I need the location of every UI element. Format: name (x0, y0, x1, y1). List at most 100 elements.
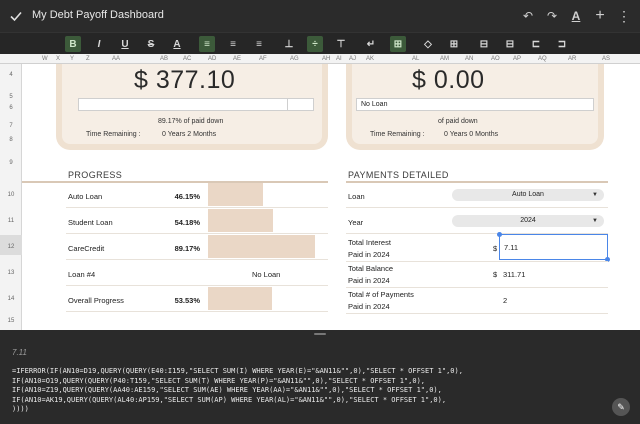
loan-label: Loan (348, 192, 365, 201)
total-balance-label-line1: Total Balance (348, 264, 394, 273)
undo-icon[interactable]: ↶ (518, 6, 538, 26)
column-header[interactable]: AD (208, 54, 216, 64)
column-header[interactable]: Y (70, 54, 74, 64)
column-header[interactable]: AM (440, 54, 449, 64)
app-bar: My Debt Payoff Dashboard ↶ ↷ A + ⋮ (0, 0, 640, 32)
column-header[interactable]: AI (336, 54, 342, 64)
total-interest-label-line1: Total Interest (348, 238, 391, 247)
progress-bar-auto-loan (208, 183, 263, 206)
merge-cells-icon[interactable]: ⊞ (390, 36, 406, 52)
valign-middle-icon[interactable]: ÷ (307, 36, 323, 52)
insert-row-below-icon[interactable]: ⊟ (502, 36, 518, 52)
align-right-icon[interactable]: ≡ (251, 36, 267, 52)
document-title[interactable]: My Debt Payoff Dashboard (32, 9, 164, 21)
panel-drag-handle[interactable] (314, 333, 326, 335)
paid-down-progress-bar (78, 98, 314, 111)
total-interest-currency: $ (493, 244, 498, 253)
row-number[interactable]: 10 (0, 192, 22, 198)
total-payments-label-line1: Total # of Payments (348, 290, 414, 299)
text-color-icon[interactable]: A (169, 36, 185, 52)
formula-line: IF(AN10=Z19,QUERY(QUERY(AA40:AE159,"SELE… (12, 386, 442, 394)
fill-color-icon[interactable]: ◇ (420, 36, 436, 52)
total-balance-value: 311.71 (503, 270, 526, 279)
column-header[interactable]: AQ (538, 54, 547, 64)
year-select-dropdown[interactable]: 2024 ▼ (452, 215, 604, 227)
time-remaining-label: Time Remaining : (86, 131, 141, 138)
italic-icon[interactable]: I (91, 36, 107, 52)
insert-row-above-icon[interactable]: ⊟ (476, 36, 492, 52)
bold-icon[interactable]: B (65, 36, 81, 52)
remaining-balance-amount: $ 0.00 (412, 66, 485, 94)
chevron-down-icon: ▼ (592, 218, 598, 224)
formula-editor-panel[interactable]: 7.11 =IFERROR(IF(AN10=D19,QUERY(QUERY(E4… (0, 330, 640, 424)
row-number[interactable]: 5 (0, 94, 22, 100)
total-balance-label-line2: Paid in 2024 (348, 276, 390, 285)
done-check-icon[interactable] (8, 8, 24, 24)
loan-select-dropdown[interactable]: Auto Loan ▼ (452, 189, 604, 201)
progress-pct-student-loan: 54.18% (174, 218, 200, 227)
formula-text[interactable]: =IFERROR(IF(AN10=D19,QUERY(QUERY(E40:I15… (12, 367, 602, 415)
progress-pct-carecredit: 89.17% (174, 244, 200, 253)
row-number[interactable]: 8 (0, 137, 22, 143)
row-number[interactable]: 13 (0, 270, 22, 276)
text-format-icon[interactable]: A (566, 6, 586, 26)
loan-select-value: Auto Loan (512, 191, 544, 198)
column-header[interactable]: AR (568, 54, 576, 64)
column-header[interactable]: AS (602, 54, 610, 64)
selection-handle-top[interactable] (497, 232, 502, 237)
progress-label-student-loan: Student Loan (68, 218, 113, 227)
column-header[interactable]: AH (322, 54, 330, 64)
time-remaining-value: 0 Years 0 Months (444, 131, 499, 138)
valign-bottom-icon[interactable]: ⊥ (281, 36, 297, 52)
column-header[interactable]: AN (465, 54, 473, 64)
time-remaining-value: 0 Years 2 Months (162, 131, 217, 138)
borders-icon[interactable]: ⊞ (446, 36, 462, 52)
time-remaining-label: Time Remaining : (370, 131, 425, 138)
edit-pencil-icon[interactable]: ✎ (612, 398, 630, 416)
row-number[interactable]: 6 (0, 105, 22, 111)
align-left-icon[interactable]: ≡ (199, 36, 215, 52)
row-number[interactable]: 4 (0, 72, 22, 78)
more-options-icon[interactable]: ⋮ (614, 6, 634, 26)
text-wrap-icon[interactable]: ↵ (363, 36, 379, 52)
paid-down-progress-fill (79, 99, 288, 110)
strikethrough-icon[interactable]: S (143, 36, 159, 52)
align-center-icon[interactable]: ≡ (225, 36, 241, 52)
insert-column-right-icon[interactable]: ⊐ (554, 36, 570, 52)
column-header[interactable]: AO (491, 54, 500, 64)
valign-top-icon[interactable]: ⊤ (333, 36, 349, 52)
column-header[interactable]: AF (259, 54, 267, 64)
row-number[interactable]: 9 (0, 160, 22, 166)
column-header[interactable]: AJ (349, 54, 356, 64)
insert-column-left-icon[interactable]: ⊏ (528, 36, 544, 52)
column-header[interactable]: AA (112, 54, 120, 64)
year-label: Year (348, 218, 364, 227)
redo-icon[interactable]: ↷ (542, 6, 562, 26)
total-payments-label-line2: Paid in 2024 (348, 302, 390, 311)
row-number[interactable]: 7 (0, 123, 22, 129)
underline-icon[interactable]: U (117, 36, 133, 52)
column-header[interactable]: AP (513, 54, 521, 64)
spreadsheet-grid[interactable]: 4 5 6 7 8 9 10 11 12 13 14 15 $ 377.10 8… (0, 64, 640, 330)
row-number[interactable]: 12 (0, 244, 22, 250)
add-icon[interactable]: + (590, 6, 610, 26)
column-header[interactable]: X (56, 54, 60, 64)
column-header[interactable]: AB (160, 54, 168, 64)
row-number[interactable]: 15 (0, 318, 22, 324)
column-header[interactable]: AC (183, 54, 191, 64)
formula-result-preview: 7.11 (12, 348, 27, 357)
row-divider (66, 285, 328, 286)
row-number[interactable]: 14 (0, 296, 22, 302)
column-header[interactable]: AK (366, 54, 374, 64)
row-number[interactable]: 11 (0, 218, 22, 224)
paid-down-text: 89.17% of paid down (158, 118, 224, 125)
column-header[interactable]: W (42, 54, 48, 64)
chevron-down-icon: ▼ (592, 192, 598, 198)
payments-section-title: PAYMENTS DETAILED (348, 170, 449, 180)
column-header[interactable]: AE (233, 54, 241, 64)
column-header[interactable]: AL (412, 54, 419, 64)
selected-cell-total-interest[interactable]: 7.11 (497, 232, 610, 262)
progress-pct-auto-loan: 46.15% (174, 192, 200, 201)
column-header[interactable]: Z (86, 54, 90, 64)
column-header[interactable]: AG (290, 54, 299, 64)
